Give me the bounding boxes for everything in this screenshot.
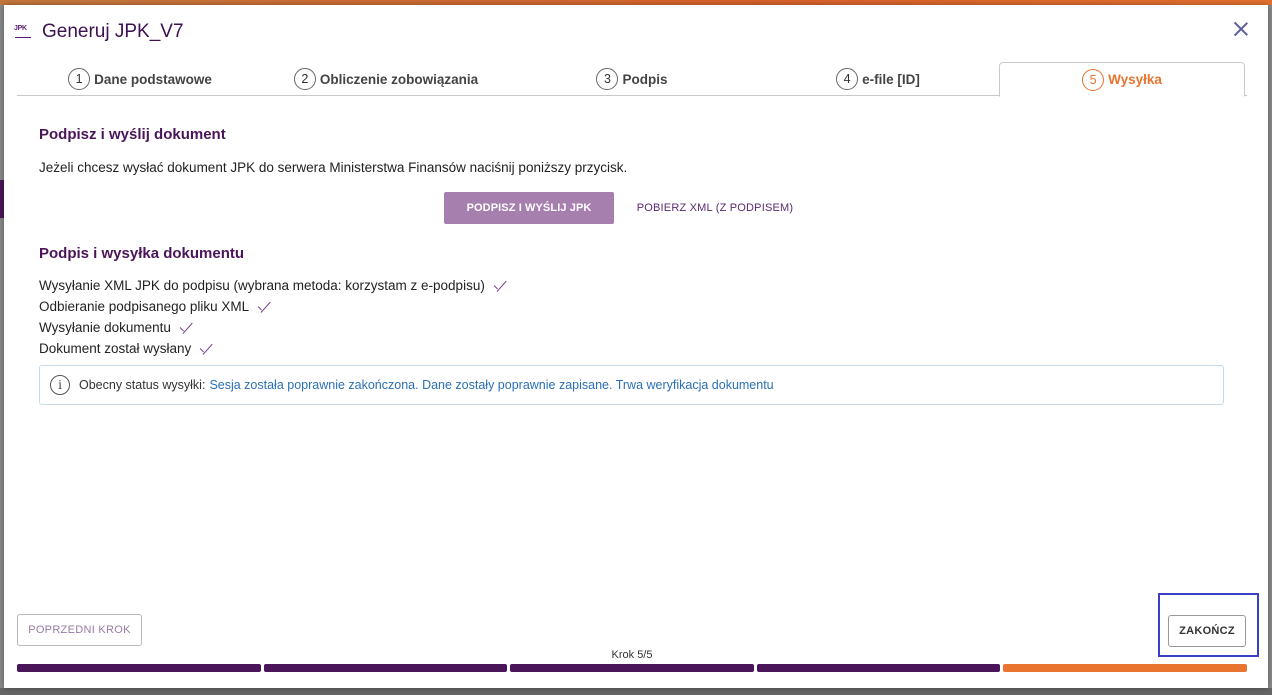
progress-segment-current: [1003, 664, 1247, 672]
status-value: Sesja została poprawnie zakończona. Dane…: [209, 378, 774, 392]
tab-obliczenie-zobowiazania[interactable]: 2 Obliczenie zobowiązania: [263, 62, 509, 96]
close-icon[interactable]: [1232, 20, 1250, 38]
step-number-badge: 1: [68, 68, 91, 90]
progress-step: Wysyłanie XML JPK do podpisu (wybrana me…: [39, 278, 508, 293]
progress-step-label: Dokument został wysłany: [39, 341, 192, 356]
progress-segment: [263, 664, 508, 672]
step-counter: Krok 5/5: [611, 649, 653, 661]
progress-step: Wysyłanie dokumentu: [39, 320, 194, 335]
finish-button[interactable]: ZAKOŃCZ: [1168, 615, 1246, 647]
progress-section-title: Podpis i wysyłka dokumentu: [39, 245, 245, 262]
jpk-icon: JPK: [14, 23, 32, 41]
sign-section-title: Podpisz i wyślij dokument: [39, 126, 226, 143]
step-number-badge: 4: [836, 68, 859, 90]
download-xml-button[interactable]: POBIERZ XML (Z PODPISEM): [622, 192, 808, 224]
status-label: Obecny status wysyłki:: [79, 378, 206, 392]
sign-and-send-button[interactable]: PODPISZ I WYŚLIJ JPK: [444, 192, 614, 224]
background-bottom: [0, 688, 1272, 695]
info-icon: i: [50, 375, 70, 395]
progress-step-label: Wysyłanie dokumentu: [39, 320, 171, 335]
checkmark-icon: [258, 303, 272, 311]
tab-label: Obliczenie zobowiązania: [319, 71, 479, 87]
step-number-badge: 5: [1082, 68, 1105, 91]
progress-step-label: Wysyłanie XML JPK do podpisu (wybrana me…: [39, 278, 485, 293]
progress-step: Odbieranie podpisanego pliku XML: [39, 299, 272, 314]
wizard-tabs: 1 Dane podstawowe 2 Obliczenie zobowiąza…: [17, 62, 1247, 97]
tab-e-file[interactable]: 4 e-file [ID]: [755, 62, 1001, 96]
tab-label: Dane podstawowe: [94, 71, 212, 87]
progress-segment: [756, 664, 1001, 672]
tab-wysylka[interactable]: 5 Wysyłka: [999, 62, 1245, 97]
progress-segment: [17, 664, 261, 672]
step-number-badge: 2: [293, 68, 316, 90]
status-info-box: i Obecny status wysyłki: Sesja została p…: [39, 365, 1224, 405]
progress-step: Dokument został wysłany: [39, 341, 214, 356]
tab-label: Podpis: [622, 71, 668, 87]
checkmark-icon: [180, 324, 194, 332]
tab-dane-podstawowe[interactable]: 1 Dane podstawowe: [17, 62, 263, 96]
progress-step-label: Odbieranie podpisanego pliku XML: [39, 299, 250, 314]
dialog-header: JPK Generuj JPK_V7: [14, 17, 184, 47]
tab-label: Wysyłka: [1108, 72, 1162, 87]
checkmark-icon: [200, 345, 214, 353]
progress-segment: [510, 664, 754, 672]
step-number-badge: 3: [596, 68, 619, 90]
checkmark-icon: [494, 282, 508, 290]
tab-label: e-file [ID]: [862, 71, 920, 87]
wizard-progress-bar: [17, 664, 1247, 672]
previous-step-button[interactable]: POPRZEDNI KROK: [17, 614, 142, 646]
tab-podpis[interactable]: 3 Podpis: [509, 62, 755, 96]
sign-section-description: Jeżeli chcesz wysłać dokument JPK do ser…: [39, 160, 628, 175]
dialog-title: Generuj JPK_V7: [42, 21, 184, 42]
